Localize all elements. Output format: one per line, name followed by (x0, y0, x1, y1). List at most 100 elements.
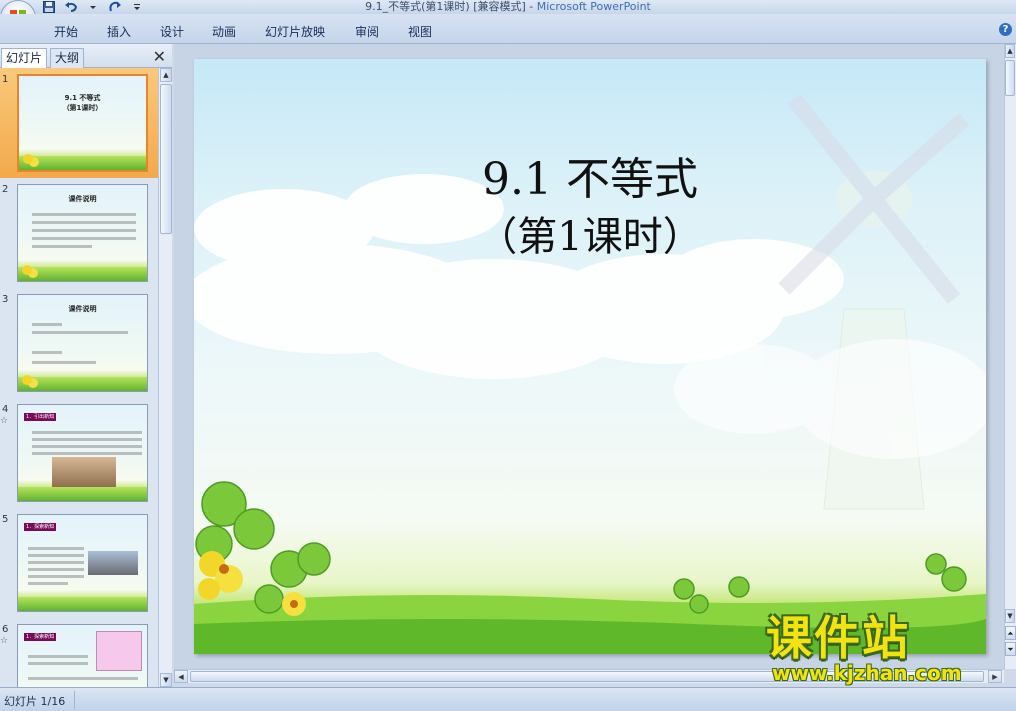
thumbnail-text-line (28, 547, 84, 550)
thumbnail-text-line (28, 655, 88, 658)
slide-thumbnail-row[interactable]: 3 课件说明 (0, 288, 158, 398)
undo-button[interactable] (62, 1, 80, 14)
redo-button[interactable] (106, 1, 124, 14)
scroll-up-button[interactable]: ▲ (160, 68, 172, 82)
slide-background-art (194, 94, 986, 654)
pane-tab-bar: 幻灯片 大纲 ✕ (0, 44, 172, 68)
scroll-thumb[interactable] (1005, 60, 1015, 96)
thumbnail-text-line (32, 445, 142, 448)
watermark-logo: 课件站 www.kjzhan.com (766, 612, 996, 692)
slide-canvas[interactable]: 9.1 不等式 （第1课时） (194, 59, 986, 654)
thumbnail-text-line (28, 575, 84, 578)
animation-star-icon: ☆ (0, 636, 9, 646)
tab-slideshow[interactable]: 幻灯片放映 (265, 23, 325, 40)
undo-dropdown[interactable] (84, 1, 102, 14)
slide-thumbnail[interactable]: 课件说明 (17, 294, 148, 392)
slides-pane: 幻灯片 大纲 ✕ 1 9.1 不等式 （第1课时） 2 课件说明 3 课件说明 … (0, 44, 172, 687)
tab-outline[interactable]: 大纲 (50, 48, 85, 68)
watermark-url: www.kjzhan.com (772, 661, 962, 685)
thumbnail-scrollbar[interactable]: ▲ ▼ (158, 68, 172, 687)
thumbnail-text-line (32, 331, 128, 334)
slide-number: 6 (2, 624, 9, 635)
thumbnail-flower (23, 154, 33, 164)
tab-animation[interactable]: 动画 (212, 23, 236, 40)
tab-design[interactable]: 设计 (160, 23, 184, 40)
tab-view[interactable]: 视图 (408, 23, 432, 40)
thumbnail-text-line (28, 677, 138, 680)
thumbnail-grass (18, 267, 147, 281)
thumbnail-heading-box: 1．探索新知 (24, 633, 57, 641)
slide-subtitle[interactable]: （第1课时） (194, 213, 986, 261)
thumbnail-text-line (32, 361, 96, 364)
watermark-brand: 课件站 (766, 611, 910, 665)
thumbnail-text-line (28, 568, 84, 571)
status-divider (74, 691, 75, 709)
tab-insert[interactable]: 插入 (107, 23, 131, 40)
slide-editing-area: 9.1 不等式 （第1课时） (174, 44, 1004, 669)
slide-thumbnail[interactable]: 1．探索新知 (17, 624, 148, 687)
scroll-down-button[interactable]: ▼ (160, 673, 172, 687)
thumbnail-heading-box: 1．引出新知 (24, 413, 57, 421)
thumbnail-grass (18, 487, 147, 501)
scroll-left-button[interactable]: ◀ (174, 670, 188, 683)
scroll-up-button[interactable]: ▲ (1005, 44, 1015, 58)
help-icon[interactable]: ? (999, 23, 1012, 36)
thumbnail-text-line (32, 438, 142, 441)
quick-access-toolbar (40, 0, 146, 14)
thumbnail-flower (22, 265, 32, 275)
thumbnail-text-line (32, 237, 136, 240)
slide-thumbnail-row[interactable]: 1 9.1 不等式 （第1课时） (0, 68, 158, 178)
slide-thumbnail-row[interactable]: 2 课件说明 (0, 178, 158, 288)
tab-home[interactable]: 开始 (54, 23, 78, 40)
chevron-down-icon (90, 6, 96, 9)
slide-thumbnail[interactable]: 1．引出新知 (17, 404, 148, 502)
thumbnail-callout (96, 631, 142, 671)
save-icon (43, 1, 55, 13)
thumbnail-text-line (32, 452, 142, 455)
thumbnail-text-line (32, 229, 136, 232)
slide-number: 1 (2, 74, 9, 85)
slide-title[interactable]: 9.1 不等式 (194, 155, 986, 205)
slide-number: 4 (2, 404, 9, 415)
window-title: 9.1_不等式(第1课时) [兼容模式] - Microsoft PowerPo… (0, 0, 1016, 13)
tab-slides[interactable]: 幻灯片 (1, 48, 48, 68)
animation-star-icon: ☆ (0, 416, 9, 426)
slide-thumbnail[interactable]: 1．探索新知 (17, 514, 148, 612)
scroll-down-button[interactable]: ▼ (1005, 609, 1015, 623)
next-slide-button[interactable]: ⏷ (1005, 642, 1016, 656)
slide-thumbnail[interactable]: 9.1 不等式 （第1课时） (17, 74, 148, 172)
save-button[interactable] (40, 1, 58, 14)
thumbnail-text-line (32, 245, 92, 248)
thumbnail-grass (18, 597, 147, 611)
slide-thumbnail-row[interactable]: 6 ☆ 1．探索新知 (0, 618, 158, 687)
thumbnail-title: 9.1 不等式 (64, 94, 101, 102)
slide-counter: 幻灯片 1/16 (4, 695, 66, 708)
slide-thumbnail-row[interactable]: 4 ☆ 1．引出新知 (0, 398, 158, 508)
slide-thumbnail[interactable]: 课件说明 (17, 184, 148, 282)
slide-thumbnail-list: 1 9.1 不等式 （第1课时） 2 课件说明 3 课件说明 4 ☆ 1．引出新… (0, 68, 158, 687)
customize-qat-button[interactable] (128, 1, 146, 14)
customize-icon (134, 4, 140, 10)
previous-slide-button[interactable]: ⏶ (1005, 626, 1016, 640)
thumbnail-text-line (32, 351, 62, 354)
thumbnail-text-line (32, 221, 136, 224)
app-name: Microsoft PowerPoint (536, 0, 651, 13)
undo-icon (65, 2, 78, 12)
thumbnail-text-line (28, 662, 88, 665)
title-bar: 9.1_不等式(第1课时) [兼容模式] - Microsoft PowerPo… (0, 0, 1016, 14)
slide-scrollbar[interactable]: ▲ ▼ ⏶ ⏷ (1004, 44, 1016, 669)
thumbnail-text-line (32, 431, 142, 434)
tab-review[interactable]: 审阅 (355, 23, 379, 40)
close-icon[interactable]: ✕ (153, 47, 166, 66)
scroll-thumb[interactable] (160, 84, 172, 234)
thumbnail-title: 课件说明 (68, 305, 97, 313)
document-title: 9.1_不等式(第1课时) [兼容模式] - (365, 0, 537, 13)
thumbnail-photo (88, 551, 138, 575)
slide-number: 5 (2, 514, 9, 525)
thumbnail-text-line (28, 561, 84, 564)
thumbnail-text-line (32, 323, 62, 326)
redo-icon (109, 1, 121, 12)
thumbnail-grass (19, 156, 146, 170)
ribbon-tab-bar: 开始 插入 设计 动画 幻灯片放映 审阅 视图 ? (0, 14, 1016, 44)
slide-thumbnail-row[interactable]: 5 1．探索新知 (0, 508, 158, 618)
